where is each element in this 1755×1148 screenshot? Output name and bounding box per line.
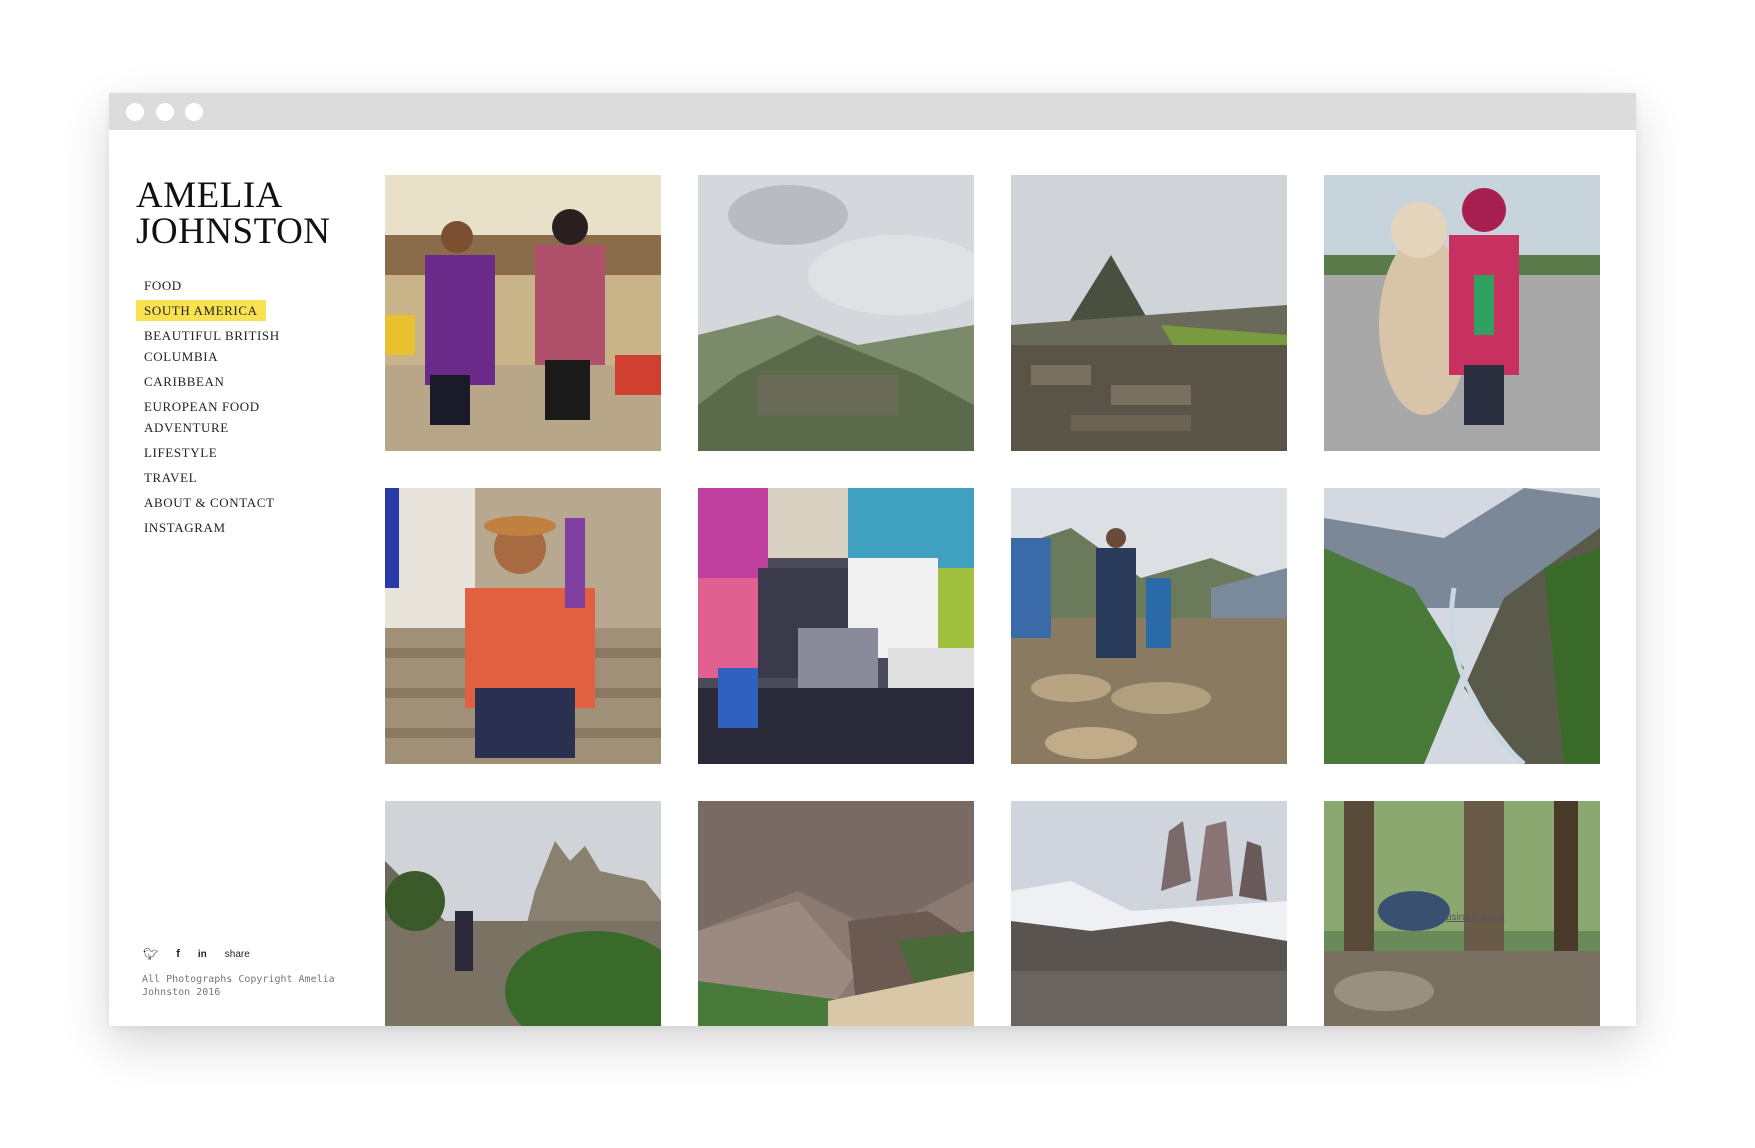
- photo-market-women-image: [385, 175, 661, 451]
- share-link[interactable]: share: [225, 949, 250, 960]
- photo-textile-market-image: [698, 488, 974, 764]
- photo-misty-machu-picchu[interactable]: [698, 175, 974, 451]
- window-titlebar: [109, 93, 1636, 130]
- nav-item-food[interactable]: FOOD: [136, 275, 326, 296]
- linkedin-icon[interactable]: in: [198, 949, 207, 960]
- social-links: 🐦︎ f in share: [143, 945, 264, 961]
- photo-musician-on-steps[interactable]: [385, 488, 661, 764]
- nav-item-south-america[interactable]: SOUTH AMERICA: [136, 300, 266, 321]
- photo-mountain-slope-image: [698, 801, 974, 1026]
- photo-musician-on-steps-image: [385, 488, 661, 764]
- photo-mountain-slope[interactable]: [698, 801, 974, 1026]
- nav-item-beautiful-british-columbia[interactable]: BEAUTIFUL BRITISH COLUMBIA: [136, 325, 326, 367]
- window-minimize-dot[interactable]: [156, 103, 174, 121]
- window-maximize-dot[interactable]: [185, 103, 203, 121]
- facebook-icon[interactable]: f: [176, 948, 180, 960]
- site-title-line2: JOHNSTON: [136, 211, 331, 252]
- nav-item-travel[interactable]: TRAVEL: [136, 467, 326, 488]
- photo-child-with-alpaca[interactable]: [1324, 175, 1600, 451]
- site-title[interactable]: AMELIA JOHNSTON: [136, 175, 331, 252]
- sidebar: AMELIA JOHNSTON FOOD SOUTH AMERICA BEAUT…: [109, 130, 369, 1026]
- photo-torres-del-paine-image: [1011, 801, 1287, 1026]
- photo-misty-machu-picchu-image: [698, 175, 974, 451]
- photo-mountain-valley-image: [1324, 488, 1600, 764]
- photo-hikers-on-trail-image: [1011, 488, 1287, 764]
- photo-market-women[interactable]: [385, 175, 661, 451]
- nav-item-caribbean[interactable]: CARIBBEAN: [136, 371, 326, 392]
- nav-item-about-contact[interactable]: ABOUT & CONTACT: [136, 492, 326, 513]
- browser-window: AMELIA JOHNSTON FOOD SOUTH AMERICA BEAUT…: [109, 93, 1636, 1026]
- photo-torres-del-paine[interactable]: [1011, 801, 1287, 1026]
- photo-machu-picchu-ruins[interactable]: [1011, 175, 1287, 451]
- nav-item-european-food-adventure[interactable]: EUROPEAN FOOD ADVENTURE: [136, 396, 326, 438]
- copyright-text: All Photographs Copyright Amelia Johnsto…: [142, 974, 335, 998]
- nav-item-instagram[interactable]: INSTAGRAM: [136, 517, 326, 538]
- photo-machu-picchu-ruins-image: [1011, 175, 1287, 451]
- photo-hiker-rocky-peaks-image: [385, 801, 661, 1026]
- nav-item-lifestyle[interactable]: LIFESTYLE: [136, 442, 326, 463]
- site-title-line1: AMELIA: [136, 175, 283, 216]
- photo-hiker-rocky-peaks[interactable]: [385, 801, 661, 1026]
- window-close-dot[interactable]: [126, 103, 144, 121]
- twitter-icon[interactable]: 🐦︎: [143, 947, 158, 961]
- photo-hikers-on-trail[interactable]: [1011, 488, 1287, 764]
- format-credit-link[interactable]: using Format: [1446, 912, 1504, 923]
- photo-child-with-alpaca-image: [1324, 175, 1600, 451]
- main-nav: FOOD SOUTH AMERICA BEAUTIFUL BRITISH COL…: [136, 275, 326, 542]
- photo-textile-market[interactable]: [698, 488, 974, 764]
- photo-mountain-valley[interactable]: [1324, 488, 1600, 764]
